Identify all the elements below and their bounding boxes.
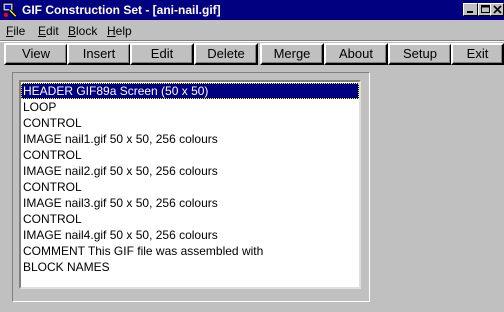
block-list-items: HEADER GIF89a Screen (50 x 50) LOOP CONTRO…	[21, 83, 359, 275]
block-list-item[interactable]: IMAGE nail1.gif 50 x 50, 256 colours	[21, 131, 359, 147]
block-list-item[interactable]: BLOCK NAMES	[21, 259, 359, 275]
block-list-item[interactable]: HEADER GIF89a Screen (50 x 50)	[21, 83, 359, 99]
block-list-item[interactable]: CONTROL	[21, 179, 359, 195]
block-list[interactable]: HEADER GIF89a Screen (50 x 50) LOOP CONTRO…	[19, 80, 361, 289]
toolbar-divider	[0, 40, 504, 42]
setup-button[interactable]: Setup	[388, 43, 452, 65]
block-list-item[interactable]: CONTROL	[21, 115, 359, 131]
minimize-icon	[467, 11, 473, 13]
minimize-button[interactable]	[463, 3, 478, 16]
exit-button[interactable]: Exit	[451, 43, 504, 65]
block-list-item[interactable]: COMMENT This GIF file was assembled with	[21, 243, 359, 259]
merge-button[interactable]: Merge	[260, 43, 324, 65]
title-bar[interactable]: GIF Construction Set - [ani-nail.gif]	[0, 0, 504, 20]
view-button[interactable]: View	[4, 43, 68, 65]
menu-bar: File Edit Block Help	[0, 20, 504, 40]
menu-edit[interactable]: Edit	[38, 24, 59, 38]
block-list-item[interactable]: CONTROL	[21, 211, 359, 227]
app-icon[interactable]	[2, 2, 18, 18]
block-list-item[interactable]: LOOP	[21, 99, 359, 115]
block-list-item[interactable]: CONTROL	[21, 147, 359, 163]
menu-help[interactable]: Help	[107, 24, 132, 38]
block-list-item[interactable]: IMAGE nail4.gif 50 x 50, 256 colours	[21, 227, 359, 243]
delete-button[interactable]: Delete	[194, 43, 258, 65]
block-list-item[interactable]: IMAGE nail3.gif 50 x 50, 256 colours	[21, 195, 359, 211]
window-title: GIF Construction Set - [ani-nail.gif]	[22, 3, 221, 17]
menu-file[interactable]: File	[6, 24, 25, 38]
edit-button[interactable]: Edit	[130, 43, 194, 65]
about-button[interactable]: About	[324, 43, 388, 65]
close-button[interactable]	[490, 3, 504, 16]
close-icon	[493, 5, 502, 14]
menu-block[interactable]: Block	[68, 24, 97, 38]
insert-button[interactable]: Insert	[67, 43, 131, 65]
block-list-item[interactable]: IMAGE nail2.gif 50 x 50, 256 colours	[21, 163, 359, 179]
